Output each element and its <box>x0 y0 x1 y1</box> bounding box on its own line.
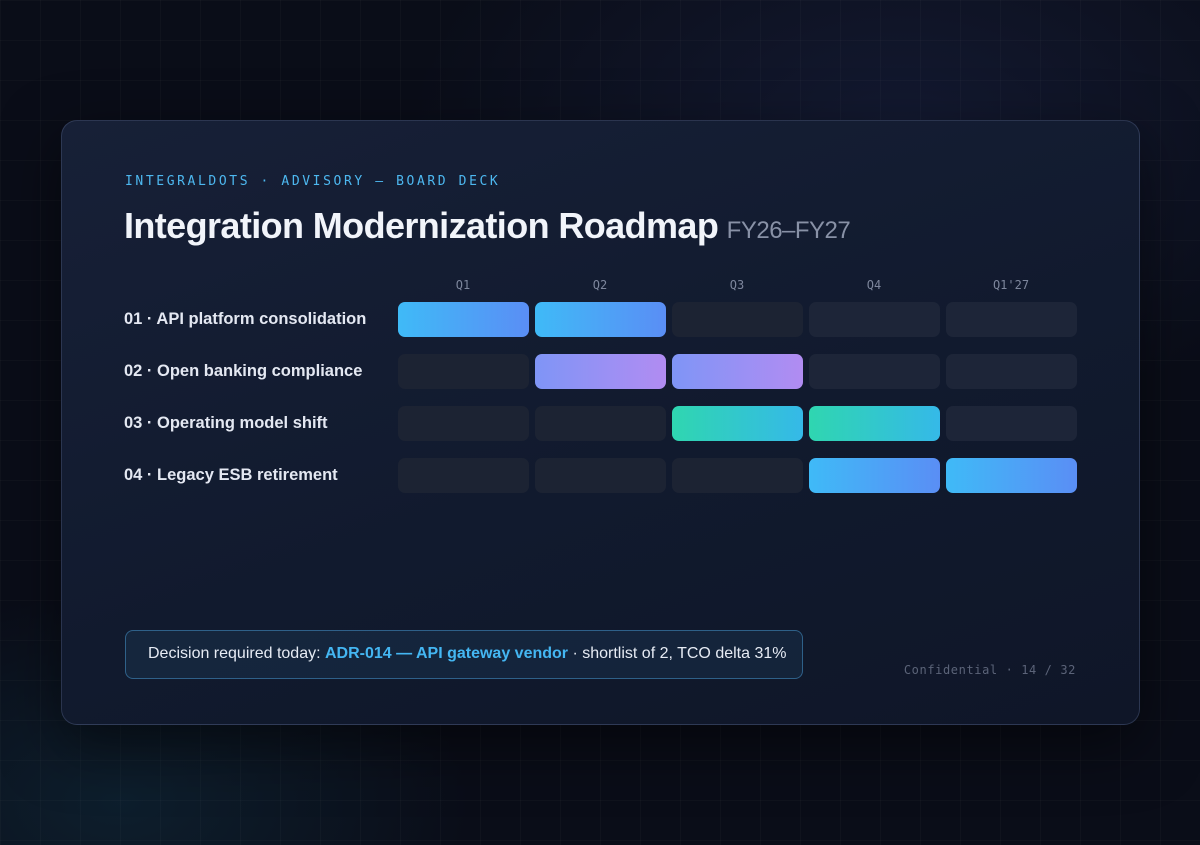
roadmap-cell-empty <box>398 406 529 441</box>
quarter-label: Q3 <box>729 278 745 292</box>
roadmap-cell-active <box>672 354 803 389</box>
quarter-label: Q1 <box>455 278 471 292</box>
page-footer: Confidential · 14 / 32 <box>903 663 1076 677</box>
page-title: Integration Modernization Roadmap <box>124 205 719 246</box>
quarter-label: Q1'27 <box>992 278 1030 292</box>
workstream-label: 02 · Open banking compliance <box>124 362 363 380</box>
roadmap-cell-active <box>535 354 666 389</box>
decision-prefix: Decision required today: <box>148 645 325 662</box>
roadmap-cell-empty <box>809 354 940 389</box>
quarter-label: Q4 <box>866 278 882 292</box>
roadmap-cell-empty <box>809 302 940 337</box>
roadmap-cell-empty <box>946 354 1077 389</box>
roadmap-cell-empty <box>535 458 666 493</box>
roadmap-cell-active <box>946 458 1077 493</box>
page-subtitle: FY26–FY27 <box>726 217 851 244</box>
roadmap-cell-active <box>809 458 940 493</box>
roadmap-cell-empty <box>672 302 803 337</box>
quarter-label: Q2 <box>592 278 608 292</box>
roadmap-cell-active <box>672 406 803 441</box>
roadmap-cell-empty <box>946 406 1077 441</box>
title-row: Integration Modernization Roadmap FY26–F… <box>124 205 851 247</box>
roadmap-cell-empty <box>398 458 529 493</box>
slide-card: INTEGRALDOTS · ADVISORY — BOARD DECK Int… <box>61 120 1140 725</box>
roadmap-cell-active <box>535 302 666 337</box>
roadmap-cell-empty <box>535 406 666 441</box>
roadmap-cell-active <box>398 302 529 337</box>
roadmap-cell-empty <box>672 458 803 493</box>
decision-highlight: ADR-014 — API gateway vendor <box>324 645 569 662</box>
eyebrow-label: INTEGRALDOTS · ADVISORY — BOARD DECK <box>125 174 501 189</box>
workstream-label: 01 · API platform consolidation <box>124 310 367 328</box>
workstream-label: 04 · Legacy ESB retirement <box>124 466 338 484</box>
roadmap-cell-empty <box>946 302 1077 337</box>
roadmap-cell-empty <box>398 354 529 389</box>
roadmap-cell-active <box>809 406 940 441</box>
decision-callout: Decision required today: ADR-014 — API g… <box>125 630 803 679</box>
workstream-label: 03 · Operating model shift <box>124 414 328 432</box>
decision-suffix: · shortlist of 2, TCO delta 31% <box>568 645 787 662</box>
